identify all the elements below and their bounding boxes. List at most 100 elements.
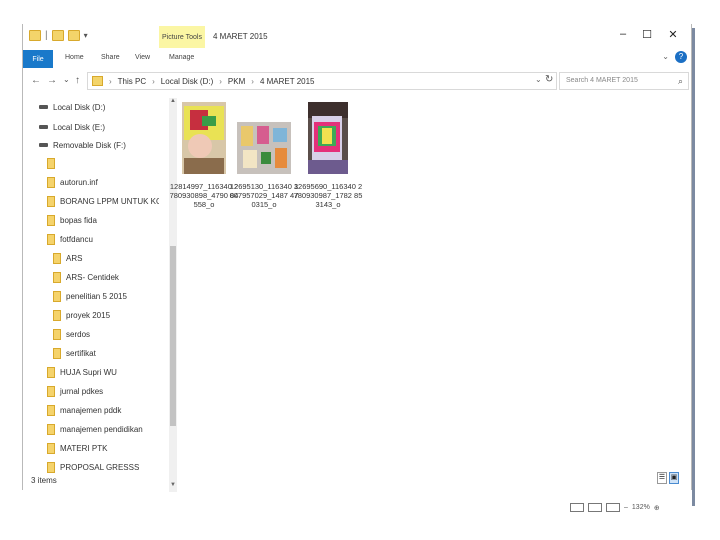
chevron-right-icon: ›: [109, 76, 112, 86]
nav-item-penelitian[interactable]: penelitian 5 2015: [53, 289, 127, 303]
window-title: 4 MARET 2015: [213, 32, 268, 41]
nav-item-label: jurnal pdkes: [60, 386, 104, 396]
nav-item-local-disk-e[interactable]: Local Disk (E:): [39, 120, 105, 134]
nav-item-jurnal[interactable]: jurnal pdkes: [47, 384, 103, 398]
nav-item-label: Local Disk (E:): [53, 122, 106, 132]
maximize-button[interactable]: ☐: [637, 28, 657, 41]
help-icon[interactable]: ?: [675, 51, 687, 63]
folder-icon: [47, 385, 55, 397]
nav-item-label: autorun.inf: [60, 177, 98, 187]
forward-button[interactable]: →: [47, 75, 57, 86]
customize-qat-dropdown-icon[interactable]: ▾: [84, 31, 88, 40]
folder-icon: [47, 195, 55, 207]
up-button[interactable]: ↑: [75, 75, 80, 86]
scroll-down-icon[interactable]: ▼: [169, 482, 177, 488]
nav-item-folder[interactable]: [47, 156, 60, 170]
zoom-level: 132%: [631, 504, 650, 511]
folder-icon: [47, 404, 55, 416]
recent-locations-button[interactable]: ⌄: [63, 75, 70, 84]
nav-item-fotfdancu[interactable]: fotfdancu: [47, 232, 93, 246]
tab-view[interactable]: View: [135, 54, 150, 61]
nav-item-borang[interactable]: BORANG LPPM UNTUK KOP: [47, 194, 159, 208]
chevron-right-icon: ›: [152, 76, 155, 86]
tab-share[interactable]: Share: [101, 54, 120, 61]
folder-icon: [47, 442, 55, 454]
close-button[interactable]: ✕: [663, 28, 683, 41]
tab-home[interactable]: Home: [65, 54, 84, 61]
nav-item-autorun[interactable]: autorun.inf: [47, 175, 98, 189]
tab-file[interactable]: File: [23, 50, 53, 68]
file-explorer-window: | ▾ Picture Tools 4 MARET 2015 – ☐ ✕ Fil…: [22, 24, 692, 492]
nav-item-sertifikat[interactable]: sertifikat: [53, 346, 96, 360]
drive-icon: [39, 105, 48, 109]
new-folder-icon[interactable]: [67, 30, 80, 41]
search-icon: ⌕: [677, 76, 683, 86]
nav-item-label: bopas fida: [60, 215, 97, 225]
nav-item-label: sertifikat: [66, 348, 96, 358]
back-button[interactable]: ←: [31, 75, 41, 86]
scrollbar-thumb[interactable]: [170, 246, 176, 426]
nav-item-serdos[interactable]: serdos: [53, 327, 90, 341]
minimize-button[interactable]: –: [613, 28, 633, 40]
folder-icon: [53, 252, 61, 264]
folder-icon: [92, 76, 103, 86]
properties-icon[interactable]: [51, 30, 64, 41]
nav-item-materi-ptk[interactable]: MATERI PTK: [47, 441, 107, 455]
picture-tools-tab[interactable]: Picture Tools: [159, 26, 205, 48]
details-view-button[interactable]: ☰: [657, 472, 667, 484]
breadcrumb-pkm[interactable]: PKM: [228, 77, 245, 86]
breadcrumb-current[interactable]: 4 MARET 2015: [260, 77, 315, 86]
nav-item-label: Local Disk (D:): [53, 102, 106, 112]
folder-icon: [53, 271, 61, 283]
nav-item-manajemen-pendidikan[interactable]: manajemen pendidikan: [47, 422, 143, 436]
large-icons-view-button[interactable]: ▣: [669, 472, 679, 484]
bottom-controls: – 132% ⊕: [570, 503, 660, 512]
zoom-out-icon[interactable]: –: [624, 504, 628, 511]
nav-item-manajemen-pddk[interactable]: manajemen pddk: [47, 403, 121, 417]
image-thumbnail: [229, 122, 299, 176]
chevron-right-icon: ›: [251, 76, 254, 86]
folder-icon: [29, 30, 41, 41]
breadcrumb-local-disk[interactable]: Local Disk (D:): [161, 77, 213, 86]
status-item-count: 3 items: [31, 476, 57, 485]
reading-view-icon[interactable]: [606, 503, 620, 512]
nav-item-ars-centidek[interactable]: ARS- Centidek: [53, 270, 119, 284]
folder-icon: [47, 233, 55, 245]
address-bar[interactable]: › This PC › Local Disk (D:) › PKM › 4 MA…: [87, 72, 557, 90]
nav-item-label: ARS- Centidek: [66, 272, 119, 282]
nav-item-label: manajemen pendidikan: [60, 424, 143, 434]
nav-item-huja[interactable]: HUJA Supri WU: [47, 365, 117, 379]
fit-to-window-icon[interactable]: ⊕: [654, 504, 660, 512]
folder-icon: [53, 328, 61, 340]
nav-item-proyek[interactable]: proyek 2015: [53, 308, 110, 322]
address-row: ← → ⌄ ↑ › This PC › Local Disk (D:) › PK…: [23, 72, 691, 92]
folder-icon: [47, 157, 55, 169]
slide-sorter-icon[interactable]: [588, 503, 602, 512]
file-item[interactable]: 12695130_116340 3007957029_1487 470315_o: [229, 102, 299, 209]
ribbon-tabs: File Home Share View Manage ⌄ ?: [23, 50, 691, 68]
title-bar: | ▾ Picture Tools 4 MARET 2015 – ☐ ✕: [23, 24, 691, 50]
address-dropdown-icon[interactable]: ⌄: [535, 75, 542, 84]
nav-item-bopas-fida[interactable]: bopas fida: [47, 213, 97, 227]
folder-icon: [53, 347, 61, 359]
folder-icon: [47, 461, 55, 473]
nav-item-ars[interactable]: ARS: [53, 251, 82, 265]
refresh-button[interactable]: ↻: [545, 74, 553, 85]
search-input[interactable]: Search 4 MARET 2015 ⌕: [559, 72, 689, 90]
image-thumbnail: [293, 102, 363, 176]
nav-item-removable-disk[interactable]: Removable Disk (F:): [39, 138, 126, 152]
ribbon-expand-icon[interactable]: ⌄: [662, 52, 669, 61]
folder-icon: [47, 366, 55, 378]
chevron-right-icon: ›: [219, 76, 222, 86]
folder-icon: [53, 309, 61, 321]
nav-item-label: penelitian 5 2015: [66, 291, 127, 301]
tab-manage[interactable]: Manage: [169, 54, 194, 61]
breadcrumb-this-pc[interactable]: This PC: [118, 77, 146, 86]
drive-icon: [39, 125, 48, 129]
nav-item-label: fotfdancu: [60, 234, 93, 244]
file-item[interactable]: 12695690_116340 2780930987_1782 853143_o: [293, 102, 363, 209]
normal-view-icon[interactable]: [570, 503, 584, 512]
folder-icon: [47, 176, 55, 188]
nav-item-local-disk-d[interactable]: Local Disk (D:): [39, 100, 105, 114]
nav-item-proposal[interactable]: PROPOSAL GRESSS: [47, 460, 139, 474]
